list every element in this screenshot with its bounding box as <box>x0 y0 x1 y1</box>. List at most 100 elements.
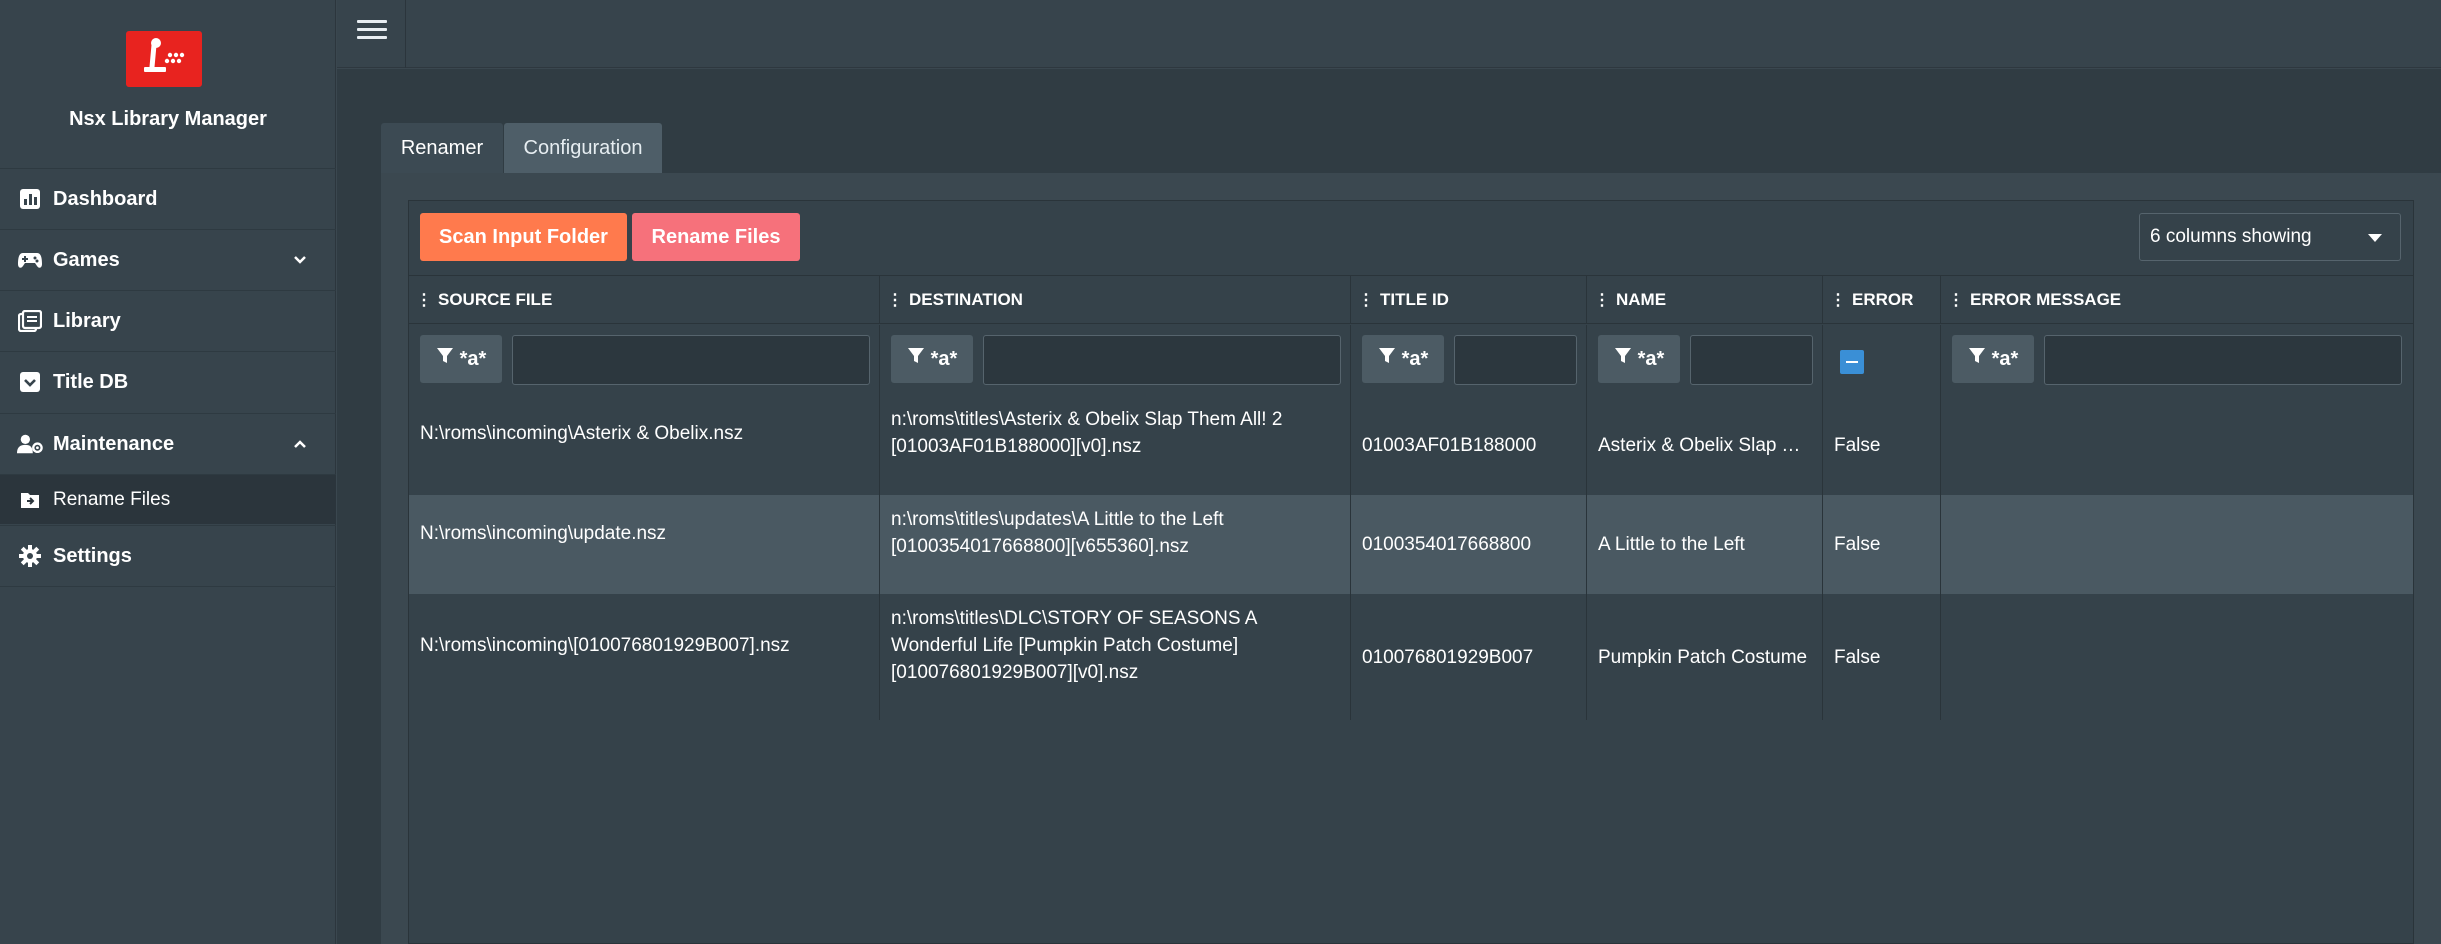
error-message-cell <box>1941 395 2413 495</box>
filter-cell: *a* <box>1587 325 1823 395</box>
filter-mode-label: *a* <box>930 347 958 370</box>
filter-mode-button[interactable]: *a* <box>1362 335 1444 383</box>
table-row[interactable]: N:\roms\incoming\[010076801929B007].nsz … <box>409 594 2413 720</box>
title-id-cell: 01003AF01B188000 <box>1351 395 1587 495</box>
tab-renamer[interactable]: Renamer <box>381 123 503 173</box>
app-title: Nsx Library Manager <box>69 108 267 130</box>
title-id-cell: 0100354017668800 <box>1351 495 1587 594</box>
column-header-label: SOURCE FILE <box>438 290 553 309</box>
column-header-error-message[interactable]: ⋮ ERROR MESSAGE <box>1941 276 2413 324</box>
top-bar <box>337 0 2441 68</box>
table-row[interactable]: N:\roms\incoming\Asterix & Obelix.nsz n:… <box>409 395 2413 495</box>
column-header-label: ERROR <box>1852 290 1914 309</box>
destination-cell: n:\roms\titles\updates\A Little to the L… <box>880 495 1351 594</box>
database-icon <box>17 369 43 395</box>
sidebar: Nsx Library Manager Dashboard Games Libr… <box>0 0 336 944</box>
sidebar-item-label: Games <box>53 248 120 271</box>
column-header-title-id[interactable]: ⋮ TITLE ID <box>1351 276 1587 324</box>
filter-cell: *a* <box>409 325 880 395</box>
error-filter-checkbox[interactable] <box>1840 350 1864 374</box>
destination-cell: n:\roms\titles\Asterix & Obelix Slap The… <box>880 395 1351 495</box>
error-cell: False <box>1823 395 1941 495</box>
error-message-cell <box>1941 594 2413 720</box>
rename-files-button[interactable]: Rename Files <box>632 213 800 261</box>
filter-cell <box>1823 325 1941 395</box>
sidebar-item-games[interactable]: Games <box>0 229 336 290</box>
column-header-destination[interactable]: ⋮ DESTINATION <box>880 276 1351 324</box>
column-header-source-file[interactable]: ⋮ SOURCE FILE <box>409 276 880 324</box>
caret-down-icon <box>2368 234 2382 242</box>
library-icon <box>17 308 43 334</box>
filter-icon <box>907 347 925 371</box>
column-header-error[interactable]: ⋮ ERROR <box>1823 276 1941 324</box>
filter-mode-label: *a* <box>1401 347 1429 370</box>
sidebar-item-settings[interactable]: Settings <box>0 525 336 586</box>
filter-cell: *a* <box>1351 325 1587 395</box>
filter-mode-label: *a* <box>1637 347 1665 370</box>
destination-filter-input[interactable] <box>983 335 1341 385</box>
sidebar-item-label: Title DB <box>53 370 129 393</box>
source-file-cell: N:\roms\incoming\Asterix & Obelix.nsz <box>409 395 880 495</box>
filter-icon <box>1378 347 1396 371</box>
column-header-name[interactable]: ⋮ NAME <box>1587 276 1823 324</box>
filter-mode-label: *a* <box>1991 347 2019 370</box>
source-file-filter-input[interactable] <box>512 335 870 385</box>
column-header-label: DESTINATION <box>909 290 1023 309</box>
column-menu-icon[interactable]: ⋮ <box>416 290 432 310</box>
folder-icon <box>17 487 43 513</box>
chart-icon <box>17 186 43 212</box>
scan-input-folder-button[interactable]: Scan Input Folder <box>420 213 627 261</box>
gear-icon <box>17 543 43 569</box>
column-menu-icon[interactable]: ⋮ <box>1830 290 1846 310</box>
filter-cell: *a* <box>880 325 1351 395</box>
chevron-down-icon[interactable] <box>292 252 308 273</box>
table-row[interactable]: N:\roms\incoming\update.nsz n:\roms\titl… <box>409 495 2413 594</box>
column-menu-icon[interactable]: ⋮ <box>1948 290 1964 310</box>
users-gear-icon <box>17 431 43 457</box>
error-message-filter-input[interactable] <box>2044 335 2402 385</box>
column-header-label: NAME <box>1616 290 1667 309</box>
error-cell: False <box>1823 495 1941 594</box>
sidebar-item-label: Library <box>53 309 121 332</box>
column-menu-icon[interactable]: ⋮ <box>1594 290 1610 310</box>
sidebar-item-label: Settings <box>53 544 132 567</box>
divider <box>405 0 406 68</box>
filter-mode-button[interactable]: *a* <box>1598 335 1680 383</box>
grid-header: ⋮ SOURCE FILE ⋮ DESTINATION ⋮ TITLE ID ⋮ NAM… <box>409 275 2413 324</box>
sidebar-item-rename-files[interactable]: Rename Files <box>0 474 336 524</box>
name-cell: Pumpkin Patch Costume <box>1587 594 1823 720</box>
gamepad-icon <box>17 247 43 273</box>
filter-icon <box>436 347 454 371</box>
filter-icon <box>1614 347 1632 371</box>
sidebar-item-maintenance[interactable]: Maintenance <box>0 413 336 474</box>
destination-cell: n:\roms\titles\DLC\STORY OF SEASONS A Wo… <box>880 594 1351 720</box>
source-file-cell: N:\roms\incoming\[010076801929B007].nsz <box>409 594 880 720</box>
filter-mode-button[interactable]: *a* <box>420 335 502 383</box>
column-header-label: TITLE ID <box>1380 290 1449 309</box>
tab-configuration[interactable]: Configuration <box>504 123 662 173</box>
error-cell: False <box>1823 594 1941 720</box>
sidebar-item-library[interactable]: Library <box>0 290 336 351</box>
filter-mode-button[interactable]: *a* <box>1952 335 2034 383</box>
error-message-cell <box>1941 495 2413 594</box>
app-logo <box>126 31 202 87</box>
sidebar-item-label: Dashboard <box>53 187 158 210</box>
chevron-up-icon[interactable] <box>292 436 308 457</box>
source-file-cell: N:\roms\incoming\update.nsz <box>409 495 880 594</box>
name-filter-input[interactable] <box>1690 335 1813 385</box>
sidebar-item-label: Rename Files <box>53 488 171 510</box>
filter-mode-button[interactable]: *a* <box>891 335 973 383</box>
filter-icon <box>1968 347 1986 371</box>
sidebar-divider <box>0 586 336 587</box>
sidebar-item-title-db[interactable]: Title DB <box>0 351 336 412</box>
column-menu-icon[interactable]: ⋮ <box>1358 290 1374 310</box>
name-cell: Asterix & Obelix Slap Them All! 2 <box>1587 395 1823 495</box>
column-menu-icon[interactable]: ⋮ <box>887 290 903 310</box>
columns-select[interactable]: 6 columns showing <box>2139 213 2401 261</box>
columns-select-value: 6 columns showing <box>2150 226 2312 247</box>
name-cell: A Little to the Left <box>1587 495 1823 594</box>
title-id-filter-input[interactable] <box>1454 335 1577 385</box>
sidebar-item-label: Maintenance <box>53 432 175 455</box>
hamburger-menu-icon[interactable] <box>357 20 387 46</box>
sidebar-item-dashboard[interactable]: Dashboard <box>0 168 336 229</box>
